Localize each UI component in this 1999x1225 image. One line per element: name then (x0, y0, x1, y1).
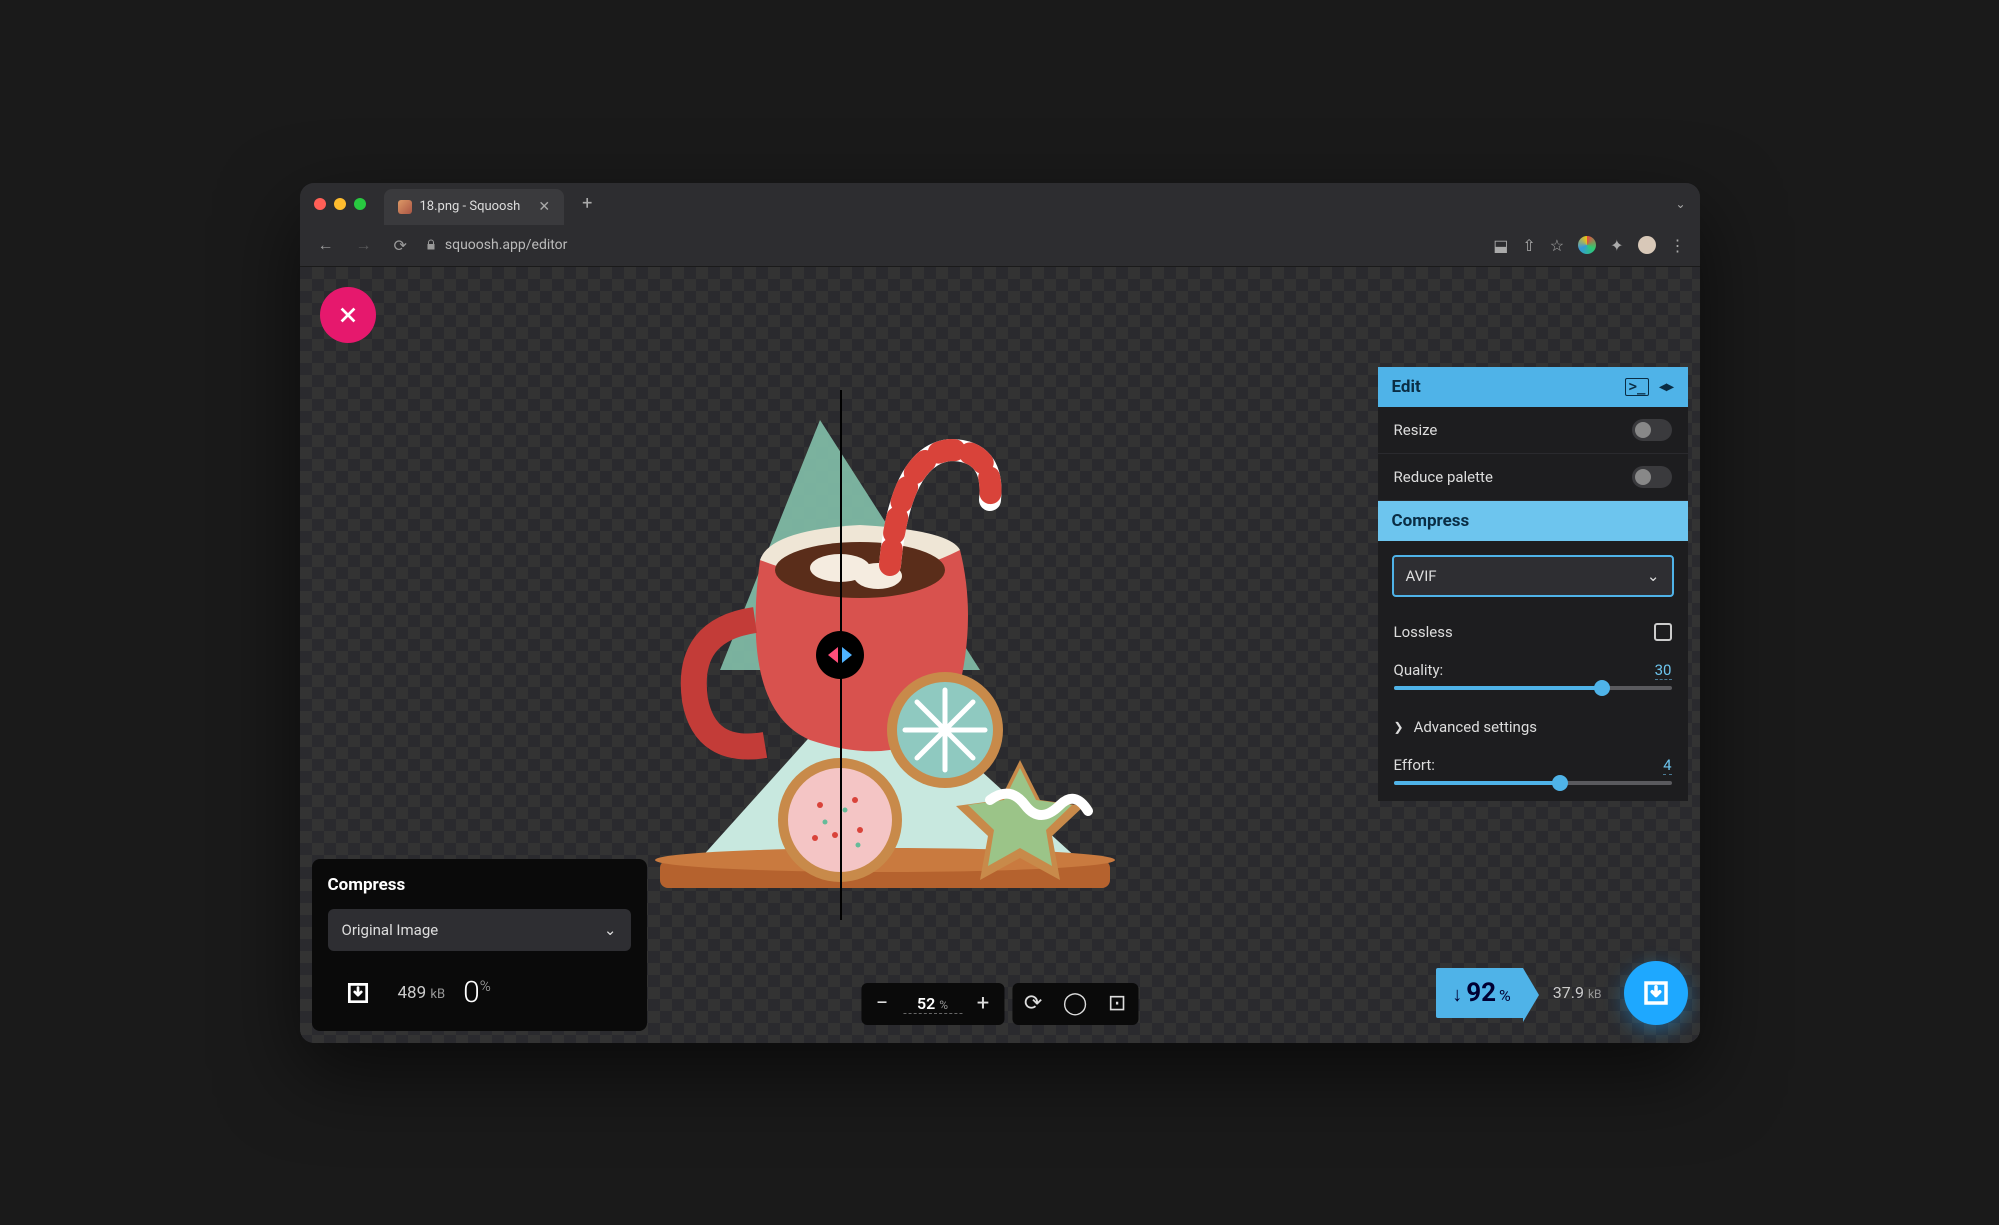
comparison-drag-handle[interactable] (816, 631, 864, 679)
right-format-select[interactable]: AVIF ⌄ (1392, 555, 1674, 597)
chevron-down-icon: ⌄ (1647, 567, 1660, 585)
extensions-puzzle-icon[interactable]: ✦ (1610, 236, 1623, 255)
left-file-size: 489 kB (398, 983, 446, 1003)
download-right-button[interactable] (1624, 961, 1688, 1025)
right-format-selected: AVIF (1406, 567, 1437, 585)
lossless-label: Lossless (1394, 623, 1453, 641)
reduce-palette-toggle[interactable] (1632, 466, 1672, 488)
titlebar: 18.png - Squoosh ✕ + ⌄ (300, 183, 1700, 225)
left-format-select[interactable]: Original Image ⌄ (328, 909, 631, 951)
snap-mode-button[interactable]: ⊡ (1096, 983, 1138, 1025)
rotate-button[interactable]: ⟳ (1012, 983, 1054, 1025)
zoom-out-button[interactable]: − (861, 983, 903, 1025)
forward-button[interactable]: → (352, 231, 376, 259)
effort-label: Effort: (1394, 756, 1435, 775)
effort-slider[interactable] (1394, 781, 1672, 785)
right-settings-panel: Edit >_ ◂▸ Resize Reduce palette Compres… (1378, 367, 1688, 801)
resize-label: Resize (1394, 421, 1438, 439)
chevron-down-icon: ⌄ (604, 921, 617, 939)
edit-title: Edit (1392, 377, 1421, 397)
lock-icon (425, 238, 437, 252)
install-app-icon[interactable]: ⬓ (1493, 236, 1508, 255)
bookmark-star-icon[interactable]: ☆ (1550, 236, 1564, 255)
browser-actions: ⬓ ⇧ ☆ ✦ ⋮ (1493, 236, 1685, 255)
savings-value: 92 (1466, 978, 1496, 1008)
reduce-palette-label: Reduce palette (1394, 468, 1493, 486)
browser-menu-icon[interactable]: ⋮ (1670, 236, 1686, 255)
window-maximize-button[interactable] (354, 198, 366, 210)
window-minimize-button[interactable] (334, 198, 346, 210)
zoom-value[interactable]: 52 % (903, 994, 962, 1014)
left-savings-percent: 0% (463, 975, 491, 1010)
browser-tab[interactable]: 18.png - Squoosh ✕ (384, 189, 565, 225)
drag-left-arrow-icon (828, 647, 838, 663)
app-content: Compress Original Image ⌄ 489 kB 0% (300, 267, 1700, 1043)
download-left-button[interactable] (336, 971, 380, 1015)
download-icon (1641, 978, 1671, 1008)
resize-toggle[interactable] (1632, 419, 1672, 441)
tab-close-icon[interactable]: ✕ (538, 199, 550, 215)
edit-section-header: Edit >_ ◂▸ (1378, 367, 1688, 407)
effort-value[interactable]: 4 (1663, 756, 1671, 775)
profile-avatar-icon[interactable] (1638, 236, 1656, 254)
quality-value[interactable]: 30 (1655, 661, 1672, 680)
resize-row: Resize (1378, 407, 1688, 454)
extension-icon-1[interactable] (1578, 236, 1596, 254)
tabs-dropdown-icon[interactable]: ⌄ (1675, 197, 1685, 211)
chevron-right-icon: ❯ (1394, 720, 1404, 734)
zoom-in-button[interactable]: + (962, 983, 1004, 1025)
close-icon (337, 304, 359, 326)
tab-title: 18.png - Squoosh (420, 199, 521, 214)
cli-icon[interactable]: >_ (1625, 378, 1650, 396)
window-controls (314, 198, 366, 210)
back-button[interactable]: ← (314, 231, 338, 259)
left-panel-title: Compress (328, 875, 631, 895)
background-toggle-button[interactable]: ◯ (1054, 983, 1096, 1025)
left-format-selected: Original Image (342, 921, 439, 939)
quality-slider[interactable] (1394, 686, 1672, 690)
compress-section-header: Compress (1378, 501, 1688, 541)
advanced-label: Advanced settings (1414, 718, 1537, 736)
share-icon[interactable]: ⇧ (1522, 236, 1535, 255)
window-close-button[interactable] (314, 198, 326, 210)
download-icon (345, 980, 371, 1006)
drag-right-arrow-icon (842, 647, 852, 663)
favicon-icon (398, 200, 412, 214)
preview-image (560, 390, 1120, 920)
lossless-row: Lossless (1378, 611, 1688, 653)
address-bar[interactable]: squoosh.app/editor (425, 237, 1479, 253)
advanced-settings-toggle[interactable]: ❯ Advanced settings (1378, 706, 1688, 748)
copy-settings-icon[interactable]: ◂▸ (1659, 379, 1673, 395)
lossless-checkbox[interactable] (1654, 623, 1672, 641)
savings-badge: ↓ 92 % (1436, 968, 1523, 1018)
close-image-button[interactable] (320, 287, 376, 343)
quality-label: Quality: (1394, 661, 1444, 680)
reduce-palette-row: Reduce palette (1378, 454, 1688, 501)
browser-window: 18.png - Squoosh ✕ + ⌄ ← → ⟳ squoosh.app… (300, 183, 1700, 1043)
left-compress-panel: Compress Original Image ⌄ 489 kB 0% (312, 859, 647, 1031)
compress-title: Compress (1392, 511, 1470, 531)
reload-button[interactable]: ⟳ (390, 232, 411, 259)
right-output-footer: ↓ 92 % 37.9 kB (1436, 961, 1687, 1025)
url-text: squoosh.app/editor (445, 237, 568, 253)
new-tab-button[interactable]: + (582, 193, 592, 214)
zoom-toolbar: − 52 % + ⟳ ◯ ⊡ (861, 983, 1138, 1025)
url-bar: ← → ⟳ squoosh.app/editor ⬓ ⇧ ☆ ✦ ⋮ (300, 225, 1700, 267)
quality-row: Quality: 30 (1378, 653, 1688, 706)
down-arrow-icon: ↓ (1452, 982, 1462, 1007)
savings-unit: % (1499, 986, 1511, 1005)
effort-row: Effort: 4 (1378, 748, 1688, 801)
